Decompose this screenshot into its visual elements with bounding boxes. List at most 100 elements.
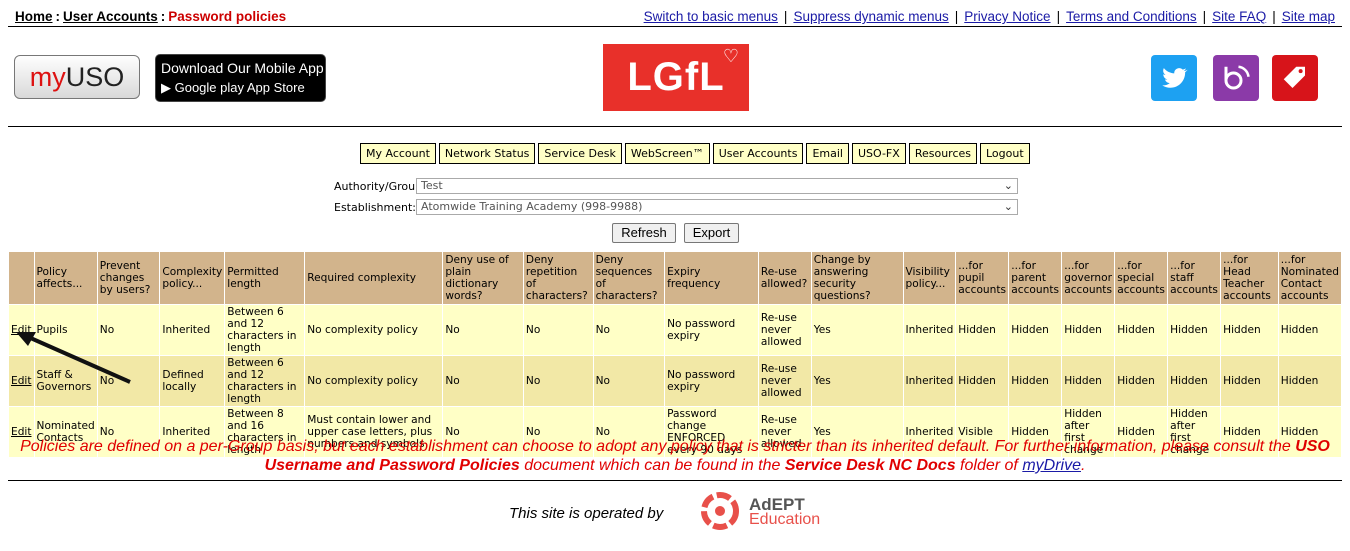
switch-basic-menus-link[interactable]: Switch to basic menus [644,9,778,24]
nav-network-status[interactable]: Network Status [438,143,536,164]
table-header-row: Policy affects... Prevent changes by use… [8,251,1343,305]
row-cell: No password expiry [664,304,759,356]
row-cell: Between 6 and 12 characters in length [224,355,306,407]
nav-uso-fx[interactable]: USO-FX [851,143,906,164]
chevron-down-icon: ⌄ [1003,179,1013,192]
row-cell: Hidden [955,304,1010,356]
terms-link[interactable]: Terms and Conditions [1066,9,1197,24]
banner: myUSO Download Our Mobile App ▶ Google p… [8,27,1342,127]
row-cell: No [592,304,666,356]
row-cell: No [592,355,666,407]
chevron-down-icon: ⌄ [1003,200,1013,213]
operated-by-text: This site is operated by [509,505,664,522]
site-faq-link[interactable]: Site FAQ [1212,9,1266,24]
authority-select[interactable]: Test ⌄ [416,178,1018,194]
row-cell: Hidden [1061,355,1116,407]
blog-icon[interactable] [1213,55,1259,101]
app-badge-line1: Download Our Mobile App [161,60,324,76]
row-cell: Hidden [1114,355,1169,407]
breadcrumb-home-link[interactable]: Home [15,9,53,24]
policies-table: Policy affects... Prevent changes by use… [8,251,1343,458]
row-cell: Hidden [1220,355,1279,407]
col-policy-affects: Policy affects... [33,251,98,305]
breadcrumb-current: Password policies [168,9,287,24]
row-cell: No [522,355,594,407]
policy-note: Policies are defined on a per-Group basi… [20,438,1330,474]
main-nav: My Account Network Status Service Desk WebS… [360,143,1033,164]
col-required-complexity: Required complexity [304,251,444,305]
annotation-arrow-icon [16,332,131,384]
table-row: Edit Pupils No Inherited Between 6 and 1… [8,304,1343,356]
col-pupil-accounts: ...for pupil accounts [955,251,1010,305]
nav-logout[interactable]: Logout [980,143,1030,164]
twitter-icon[interactable] [1151,55,1197,101]
row-cell: Hidden [1167,304,1222,356]
row-cell: Yes [810,304,904,356]
myuso-logo[interactable]: myUSO [14,55,140,99]
row-cell: Hidden [1220,304,1279,356]
row-cell: Yes [810,355,904,407]
row-cell: Hidden [1008,355,1063,407]
row-cell: Re-use never allowed [757,304,812,356]
top-bar: Home: User Accounts: Password policies Swi… [8,6,1342,27]
establishment-label: Establishment: [334,201,417,214]
row-cell: No complexity policy [304,355,444,407]
adept-education: Education [749,511,821,528]
col-reuse-allowed: Re-use allowed? [757,251,812,305]
row-cell: Defined locally [159,355,226,407]
top-links: Switch to basic menus | Suppress dynamic m… [643,9,1335,24]
col-change-security-questions: Change by answering security questions? [810,251,904,305]
row-cell: Between 6 and 12 characters in length [224,304,306,356]
row-cell: No [442,355,524,407]
breadcrumb-accounts-link[interactable]: User Accounts [63,9,158,24]
row-cell: Hidden [1008,304,1063,356]
col-nominated-contact-accounts: ...for Nominated Contact accounts [1277,251,1343,305]
row-cell: No password expiry [664,355,759,407]
suppress-dynamic-menus-link[interactable]: Suppress dynamic menus [793,9,948,24]
app-badge-line2: ▶ Google play App Store [161,80,305,95]
row-cell: No [442,304,524,356]
row-cell: Hidden [1277,355,1343,407]
heart-icon: ♡ [722,46,740,66]
col-parent-accounts: ...for parent accounts [1008,251,1063,305]
row-cell: No [522,304,594,356]
col-staff-accounts: ...for staff accounts [1167,251,1222,305]
authority-label: Authority/Group: [334,180,426,193]
nav-user-accounts[interactable]: User Accounts [712,143,804,164]
table-row: Edit Staff & Governors No Defined locall… [8,355,1343,407]
row-cell: No complexity policy [304,304,444,356]
col-head-teacher-accounts: ...for Head Teacher accounts [1220,251,1279,305]
tag-icon[interactable] [1272,55,1318,101]
refresh-button[interactable]: Refresh [612,223,676,243]
row-cell: Hidden [1061,304,1116,356]
row-cell: Inherited [902,355,957,407]
site-map-link[interactable]: Site map [1282,9,1335,24]
row-cell: Inherited [159,304,226,356]
nav-email[interactable]: Email [806,143,849,164]
row-cell: Hidden [1167,355,1222,407]
col-prevent-changes: Prevent changes by users? [96,251,161,305]
lgfl-logo[interactable]: LGfL ♡ [603,44,749,111]
footer-divider [8,480,1342,481]
col-expiry-frequency: Expiry frequency [664,251,759,305]
col-special-accounts: ...for special accounts [1114,251,1169,305]
nav-webscreen[interactable]: WebScreen™ [624,143,710,164]
col-visibility-policy: Visibility policy... [902,251,957,305]
row-cell: Hidden [955,355,1010,407]
col-deny-dictionary: Deny use of plain dictionary words? [442,251,524,305]
col-governor-accounts: ...for governor accounts [1061,251,1116,305]
export-button[interactable]: Export [684,223,739,243]
row-cell: Inherited [902,304,957,356]
nav-resources[interactable]: Resources [908,143,977,164]
mobile-app-badge[interactable]: Download Our Mobile App ▶ Google play Ap… [155,54,326,102]
privacy-notice-link[interactable]: Privacy Notice [964,9,1050,24]
col-edit [8,251,35,305]
col-permitted-length: Permitted length [224,251,306,305]
row-cell: Hidden [1114,304,1169,356]
nav-my-account[interactable]: My Account [360,143,436,164]
mydrive-link[interactable]: myDrive [1022,457,1081,474]
adept-mark-icon [701,492,739,530]
col-deny-repetition: Deny repetition of characters? [522,251,594,305]
nav-service-desk[interactable]: Service Desk [538,143,622,164]
establishment-select[interactable]: Atomwide Training Academy (998-9988) ⌄ [416,199,1018,215]
